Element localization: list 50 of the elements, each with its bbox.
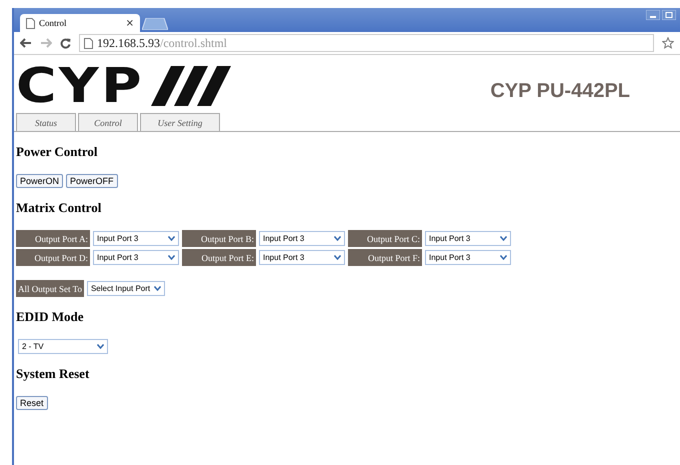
browser-tab[interactable]: Control ×: [20, 14, 140, 32]
caret-icon: [168, 236, 175, 241]
section-heading: EDID Mode: [16, 309, 85, 325]
reset-button[interactable]: Reset: [16, 396, 48, 410]
nav-tab[interactable]: Status: [16, 113, 76, 131]
minimize-icon[interactable]: [646, 10, 660, 20]
reload-icon[interactable]: [60, 38, 71, 48]
output-port-label: Output Port F:: [348, 249, 422, 266]
page-icon: [84, 38, 93, 48]
caret-icon: [500, 236, 507, 241]
logo-text: CYP: [16, 66, 144, 106]
output-port-label: Output Port A:: [16, 230, 90, 247]
all-output-label: All Output Set To: [16, 280, 84, 297]
input-port-dropdown[interactable]: Input Port 3: [93, 250, 179, 265]
caret-icon: [168, 255, 175, 260]
output-port-label: Output Port C:: [348, 230, 422, 247]
new-tab-button[interactable]: [142, 18, 168, 30]
caret-icon: [334, 255, 341, 260]
output-port-label: Output Port E:: [182, 249, 256, 266]
input-port-dropdown[interactable]: Select Input Port: [86, 281, 166, 296]
star-icon[interactable]: [662, 37, 674, 49]
section-heading: Matrix Control: [16, 200, 102, 216]
input-port-dropdown[interactable]: Input Port 3: [93, 231, 179, 246]
power-button[interactable]: PowerOFF: [66, 174, 118, 188]
maximize-icon[interactable]: [662, 10, 676, 20]
input-port-dropdown[interactable]: Input Port 3: [425, 250, 511, 265]
tab-title: Control: [39, 18, 68, 28]
page-icon: [26, 18, 35, 28]
nav-tab[interactable]: Control: [78, 113, 138, 131]
section-heading: System Reset: [16, 366, 90, 382]
url-text: 192.168.5.93/control.shtml: [97, 36, 227, 50]
caret-icon: [334, 236, 341, 241]
output-port-label: Output Port B:: [182, 230, 256, 247]
input-port-dropdown[interactable]: Input Port 3: [425, 231, 511, 246]
input-port-dropdown[interactable]: Input Port 3: [259, 231, 345, 246]
nav-tab[interactable]: User Setting: [140, 113, 220, 131]
forward-icon[interactable]: [40, 38, 52, 48]
input-port-dropdown[interactable]: Input Port 3: [259, 250, 345, 265]
caret-icon: [500, 255, 507, 260]
power-button[interactable]: PowerON: [16, 174, 64, 188]
address-bar[interactable]: 192.168.5.93/control.shtml: [79, 34, 654, 52]
close-tab-button[interactable]: ×: [126, 18, 134, 28]
caret-icon: [97, 344, 104, 349]
slashes-icon: [151, 66, 232, 106]
edid-mode-dropdown[interactable]: 2 - TV: [18, 339, 108, 354]
back-icon[interactable]: [20, 38, 32, 48]
model-title: CYP PU-442PL: [490, 80, 630, 102]
output-port-label: Output Port D:: [16, 249, 90, 266]
section-heading: Power Control: [16, 144, 98, 160]
caret-icon: [154, 286, 162, 291]
